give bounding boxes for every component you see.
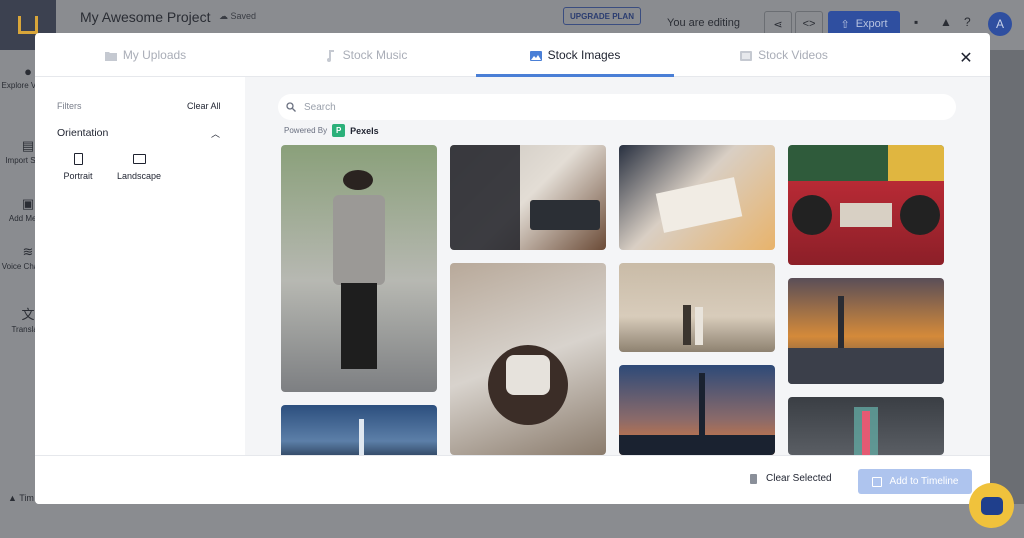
add-timeline-icon (871, 476, 882, 487)
orientation-heading[interactable]: Orientation (57, 127, 108, 139)
chat-inner-icon (980, 496, 1003, 515)
music-note-icon (325, 50, 337, 62)
photo-hands-drawing-paper[interactable] (619, 145, 775, 250)
tab-stock-videos[interactable]: Stock Videos (674, 33, 894, 77)
clear-selected-label: Clear Selected (766, 473, 832, 484)
avatar[interactable]: A (988, 12, 1012, 36)
pexels-name[interactable]: Pexels (350, 126, 379, 136)
chevron-up-icon[interactable]: ︿ (211, 127, 220, 140)
stock-media-modal: My Uploads Stock Music Stock Images Stoc… (35, 33, 990, 504)
help-icon[interactable]: ? (964, 15, 971, 29)
saved-status: ☁ Saved (219, 11, 257, 21)
photo-city-sunset[interactable] (788, 278, 944, 384)
upload-arrow-icon: ⇧ (840, 18, 850, 31)
tab-label: Stock Music (342, 48, 408, 62)
powered-by: Powered By P Pexels (284, 124, 379, 137)
tab-stock-music[interactable]: Stock Music (256, 33, 476, 77)
comment-icon[interactable]: ▪ (914, 15, 918, 29)
timeline-label: ▲ Tim (8, 493, 34, 503)
search-bar (278, 94, 956, 120)
bell-icon[interactable]: ▲ (940, 15, 952, 29)
tab-my-uploads[interactable]: My Uploads (35, 33, 256, 77)
photo-taipei-tower-dusk[interactable] (619, 365, 775, 455)
photo-people-writing-table[interactable] (450, 145, 606, 250)
tab-label: Stock Images (547, 48, 621, 62)
photo-rotary-phone-terrazzo[interactable] (450, 263, 606, 455)
powered-by-label: Powered By (284, 126, 328, 135)
add-to-timeline-button[interactable]: Add to Timeline (858, 469, 972, 494)
tab-label: My Uploads (122, 48, 187, 62)
upgrade-plan-button[interactable]: UPGRADE PLAN (563, 7, 641, 25)
video-icon (740, 50, 753, 61)
chat-bubble-icon[interactable] (969, 483, 1014, 528)
close-icon[interactable]: ✕ (955, 47, 977, 69)
orientation-option-label: Landscape (116, 171, 162, 181)
logo-mark-icon (18, 16, 38, 34)
add-to-timeline-label: Add to Timeline (889, 476, 959, 487)
timeline-label-text: Tim (19, 493, 34, 503)
search-input[interactable] (304, 101, 924, 113)
filters-panel: Filters Clear All Orientation ︿ Portrait… (35, 77, 245, 455)
export-label: Export (855, 18, 888, 30)
portrait-icon (73, 153, 83, 165)
image-icon (529, 50, 542, 61)
modal-footer: Clear Selected Add to Timeline (35, 455, 990, 504)
orientation-landscape-option[interactable]: Landscape (115, 153, 163, 181)
search-icon (286, 102, 296, 112)
editing-status: You are editing (667, 17, 740, 29)
clear-all-button[interactable]: Clear All (187, 101, 221, 111)
landscape-icon (132, 154, 146, 164)
media-tabs: My Uploads Stock Music Stock Images Stoc… (35, 33, 990, 77)
photo-tower-foggy[interactable] (788, 397, 944, 455)
pexels-logo-icon: P (332, 124, 346, 137)
orientation-option-label: Portrait (63, 171, 93, 181)
trash-icon (750, 473, 757, 484)
project-title[interactable]: My Awesome Project (80, 9, 210, 25)
upload-folder-icon (104, 50, 117, 61)
photo-couple-ruins[interactable] (619, 263, 775, 352)
filters-title: Filters (57, 101, 82, 111)
tab-label: Stock Videos (758, 48, 828, 62)
image-browser: Powered By P Pexels (245, 77, 990, 455)
saved-status-label: Saved (230, 11, 257, 21)
photo-taipei-night-skyline[interactable] (281, 405, 437, 455)
orientation-portrait-option[interactable]: Portrait (61, 153, 95, 181)
photo-man-checked-blazer[interactable] (281, 145, 437, 392)
timeline-ruler (56, 504, 1024, 538)
clear-selected-button[interactable]: Clear Selected (750, 473, 832, 484)
tab-stock-images[interactable]: Stock Images (476, 33, 674, 77)
photo-retro-radio[interactable] (788, 145, 944, 265)
